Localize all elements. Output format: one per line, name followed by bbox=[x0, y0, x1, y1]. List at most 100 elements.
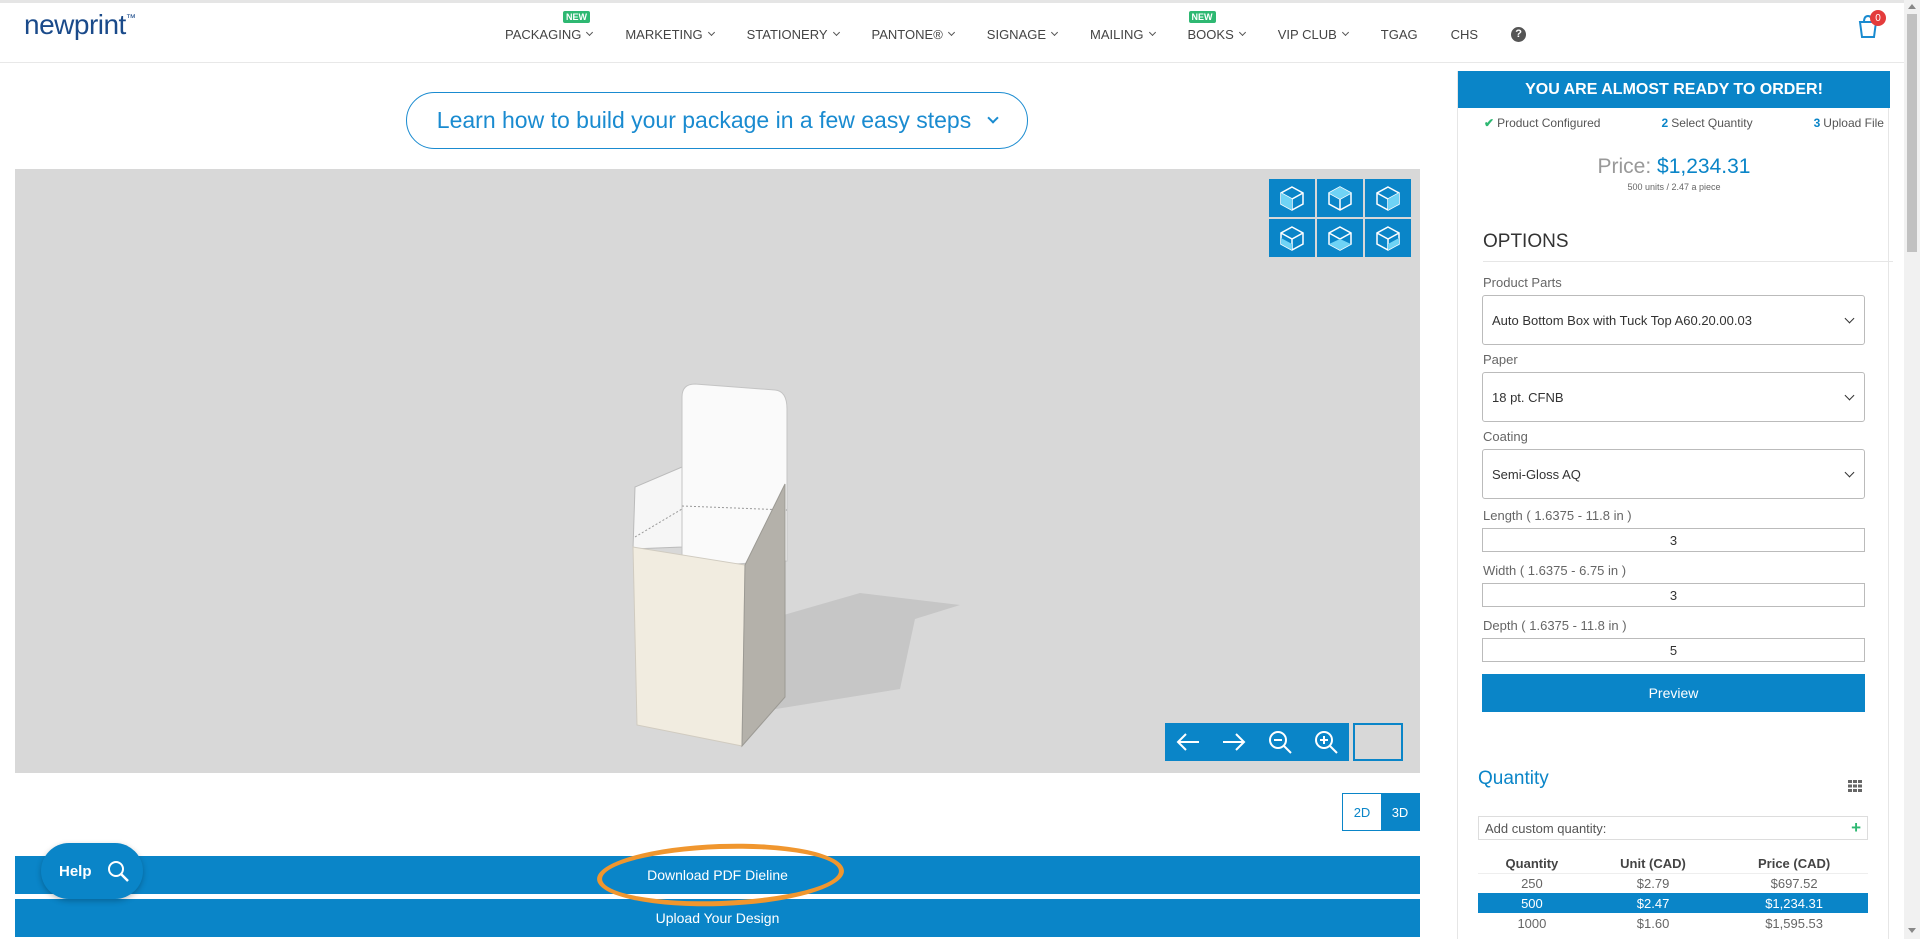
depth-input[interactable]: 5 bbox=[1482, 638, 1865, 662]
main-nav: NEW PACKAGING MARKETING STATIONERY PANTO… bbox=[505, 3, 1559, 63]
nav-books[interactable]: NEW BOOKS bbox=[1188, 10, 1246, 42]
scroll-down-arrow-icon[interactable] bbox=[1908, 928, 1916, 933]
select-value: 18 pt. CFNB bbox=[1492, 389, 1564, 405]
new-badge: NEW bbox=[1188, 10, 1216, 23]
step-label: Select Quantity bbox=[1671, 116, 1753, 130]
chevron-down-icon bbox=[947, 28, 955, 36]
nav-label: SIGNAGE bbox=[986, 26, 1047, 42]
nav-stationery[interactable]: STATIONERY bbox=[746, 26, 840, 42]
column-header: Quantity bbox=[1478, 854, 1586, 874]
nav-help[interactable]: ? bbox=[1511, 26, 1527, 42]
scroll-up-arrow-icon[interactable] bbox=[1908, 4, 1916, 9]
column-header: Price (CAD) bbox=[1720, 854, 1868, 874]
nav-packaging[interactable]: NEW PACKAGING bbox=[505, 10, 594, 42]
step-number: 2 bbox=[1661, 116, 1669, 130]
width-label: Width ( 1.6375 - 6.75 in ) bbox=[1483, 563, 1627, 578]
paper-select[interactable]: 18 pt. CFNB bbox=[1482, 372, 1865, 422]
custom-quantity-input[interactable]: Add custom quantity: + bbox=[1478, 816, 1868, 840]
plus-icon[interactable]: + bbox=[1851, 818, 1861, 838]
length-label: Length ( 1.6375 - 11.8 in ) bbox=[1483, 508, 1632, 523]
nav-pantone[interactable]: PANTONE® bbox=[871, 26, 955, 42]
nav-label: STATIONERY bbox=[746, 26, 828, 42]
product-parts-select[interactable]: Auto Bottom Box with Tuck Top A60.20.00.… bbox=[1482, 295, 1865, 345]
chevron-down-icon bbox=[1050, 28, 1059, 36]
nav-vip-club[interactable]: VIP CLUB bbox=[1277, 26, 1349, 42]
learn-how-button[interactable]: Learn how to build your package in a few… bbox=[406, 92, 1028, 149]
quantity-cell: 250 bbox=[1521, 875, 1543, 891]
quantity-table: Quantity Unit (CAD) Price (CAD) 250 $2.7… bbox=[1478, 854, 1868, 933]
select-value: Auto Bottom Box with Tuck Top A60.20.00.… bbox=[1492, 312, 1752, 328]
cube-view-2-icon[interactable] bbox=[1317, 179, 1363, 217]
box-front-face bbox=[632, 546, 746, 747]
quantity-title: Quantity bbox=[1478, 768, 1549, 789]
cube-view-5-icon[interactable] bbox=[1317, 219, 1363, 257]
cube-view-4-icon[interactable] bbox=[1269, 219, 1315, 257]
cart-count-badge: 0 bbox=[1870, 10, 1886, 26]
3d-viewer[interactable] bbox=[15, 169, 1420, 773]
nav-tgag[interactable]: TGAG bbox=[1381, 27, 1418, 42]
zoom-in-icon[interactable] bbox=[1303, 723, 1349, 761]
chevron-down-icon bbox=[1844, 390, 1855, 401]
chevron-down-icon bbox=[987, 111, 999, 124]
paper-label: Paper bbox=[1483, 352, 1518, 367]
help-button[interactable]: Help bbox=[41, 843, 143, 899]
nav-mailing[interactable]: MAILING bbox=[1090, 27, 1156, 42]
table-header-row: Quantity Unit (CAD) Price (CAD) bbox=[1478, 854, 1868, 874]
upload-label: Upload Your Design bbox=[655, 910, 780, 926]
price-cell: $1,595.53 bbox=[1765, 915, 1824, 931]
nav-label: PACKAGING bbox=[505, 26, 582, 42]
nav-chs[interactable]: CHS bbox=[1451, 27, 1478, 42]
view-mode-toggle: 2D 3D bbox=[1342, 793, 1420, 831]
step-upload-file[interactable]: 3 Upload File bbox=[1814, 116, 1884, 130]
price-per-unit: 500 units / 2.47 a piece bbox=[1627, 182, 1721, 192]
cube-view-1-icon[interactable] bbox=[1269, 179, 1315, 217]
length-input[interactable]: 3 bbox=[1482, 528, 1865, 552]
cube-view-6-icon[interactable] bbox=[1365, 219, 1411, 257]
view-angle-grid bbox=[1269, 179, 1411, 257]
step-select-quantity[interactable]: 2 Select Quantity bbox=[1662, 116, 1753, 130]
price-cell: $1,234.31 bbox=[1720, 893, 1868, 913]
table-row[interactable]: 250 $2.79 $697.52 bbox=[1478, 873, 1868, 893]
chevron-down-icon bbox=[707, 28, 715, 36]
nav-label: MARKETING bbox=[625, 26, 703, 42]
price-value: $1,234.31 bbox=[1657, 155, 1751, 178]
coating-label: Coating bbox=[1483, 429, 1528, 444]
depth-label: Depth ( 1.6375 - 11.8 in ) bbox=[1483, 618, 1627, 633]
step-product-configured[interactable]: ✔ Product Configured bbox=[1484, 116, 1600, 130]
3d-toggle[interactable]: 3D bbox=[1381, 794, 1419, 830]
coating-select[interactable]: Semi-Gloss AQ bbox=[1482, 449, 1865, 499]
chevron-down-icon bbox=[1148, 28, 1156, 36]
nav-label: TGAG bbox=[1380, 26, 1418, 42]
check-icon: ✔ bbox=[1484, 116, 1495, 130]
nav-label: PANTONE® bbox=[871, 26, 943, 42]
nav-label: VIP CLUB bbox=[1277, 26, 1337, 42]
grid-icon[interactable] bbox=[1848, 780, 1862, 792]
options-title: OPTIONS bbox=[1483, 231, 1893, 262]
chevron-down-icon bbox=[1238, 28, 1246, 36]
preview-button[interactable]: Preview bbox=[1482, 674, 1865, 712]
reset-view-button[interactable] bbox=[1353, 723, 1403, 761]
newprint-logo[interactable]: newprint™ bbox=[24, 9, 136, 41]
order-panel: YOU ARE ALMOST READY TO ORDER! ✔ Product … bbox=[1457, 71, 1893, 939]
unit-cell: $2.79 bbox=[1636, 875, 1670, 891]
unit-cell: $2.47 bbox=[1585, 893, 1721, 913]
question-icon: ? bbox=[1511, 26, 1527, 42]
nav-marketing[interactable]: MARKETING bbox=[625, 26, 715, 42]
chevron-down-icon bbox=[586, 28, 594, 36]
rotate-right-icon[interactable] bbox=[1211, 723, 1257, 761]
rotate-left-icon[interactable] bbox=[1165, 723, 1211, 761]
box-3d-model bbox=[632, 383, 960, 748]
scrollbar-thumb[interactable] bbox=[1907, 14, 1917, 252]
nav-signage[interactable]: SIGNAGE bbox=[986, 26, 1059, 42]
quantity-cell: 500 bbox=[1478, 893, 1586, 913]
width-input[interactable]: 3 bbox=[1482, 583, 1865, 607]
2d-toggle[interactable]: 2D bbox=[1343, 794, 1381, 830]
cube-view-3-icon[interactable] bbox=[1365, 179, 1411, 217]
table-row[interactable]: 1000 $1.60 $1,595.53 bbox=[1478, 913, 1868, 933]
nav-label: CHS bbox=[1450, 26, 1479, 42]
price-display: Price: $1,234.31 bbox=[1458, 155, 1890, 179]
chevron-down-icon bbox=[1844, 467, 1855, 478]
table-row-selected[interactable]: 500 $2.47 $1,234.31 bbox=[1478, 893, 1868, 913]
zoom-out-icon[interactable] bbox=[1257, 723, 1303, 761]
page-scrollbar[interactable] bbox=[1904, 0, 1920, 939]
